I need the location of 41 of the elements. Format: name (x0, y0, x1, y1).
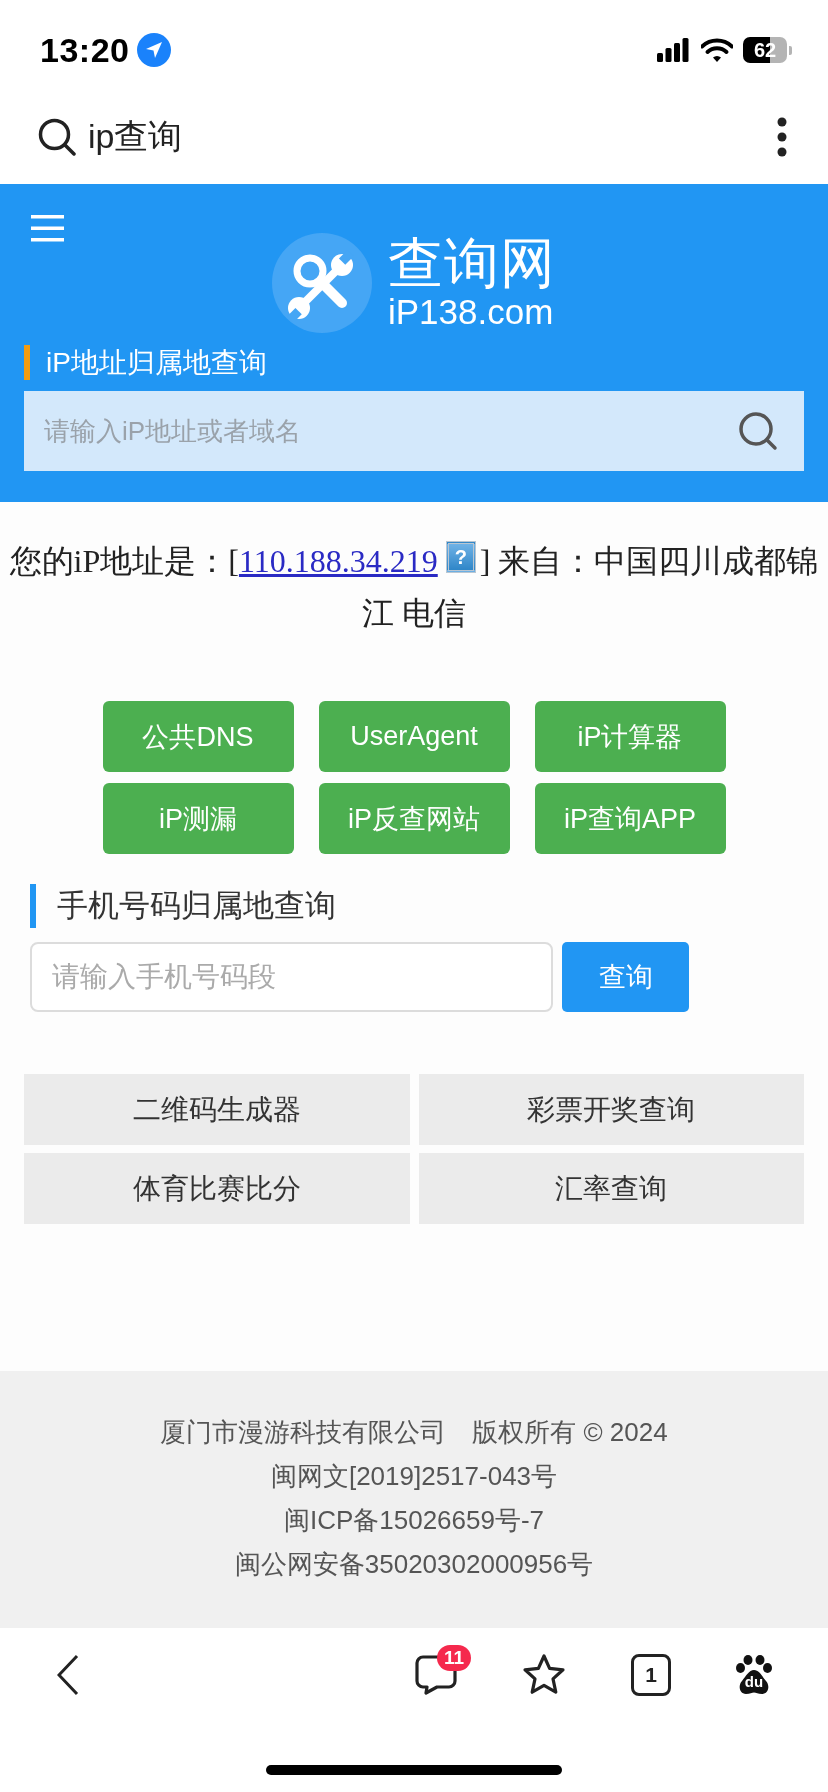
search-icon[interactable] (38, 118, 76, 156)
query-button[interactable]: 查询 (562, 942, 689, 1012)
tool-button[interactable]: iP计算器 (534, 701, 726, 772)
tool-link[interactable]: 彩票开奖查询 (418, 1074, 804, 1145)
signal-icon (657, 38, 689, 62)
ip-address-info: 您的iP地址是：[110.188.34.219 ? ] 来自：中国四川成都锦江 电信 (8, 540, 820, 633)
section-title: iP地址归属地查询 (24, 345, 804, 380)
logo-title: 查询网 (388, 234, 556, 292)
magnifier-wrench-icon (272, 233, 372, 333)
ip-address-link[interactable]: 110.188.34.219 (238, 543, 438, 579)
section-title: 手机号码归属地查询 (30, 884, 798, 928)
search-icon[interactable] (738, 411, 778, 451)
paw-logo-button[interactable]: du (735, 1655, 773, 1695)
wifi-icon (701, 38, 733, 62)
help-icon[interactable]: ? (445, 541, 476, 573)
tool-link[interactable]: 二维码生成器 (24, 1074, 410, 1145)
tool-link[interactable]: 体育比赛比分 (24, 1153, 410, 1224)
tool-button[interactable]: iP测漏 (102, 783, 294, 854)
tool-button[interactable]: iP查询APP (534, 783, 726, 854)
tool-link[interactable]: 汇率查询 (418, 1153, 804, 1224)
footer-text: 闽网文[2019]2517-043号 (269, 1460, 559, 1493)
paw-icon (735, 1655, 773, 1695)
logo-text: du (743, 1673, 765, 1691)
back-icon[interactable] (57, 1654, 79, 1696)
footer-text: 闽公网安备35020302000956号 (233, 1548, 595, 1581)
tool-button[interactable]: UserAgent (318, 701, 510, 772)
more-options-icon[interactable] (776, 117, 788, 157)
comment-button[interactable]: 11 (415, 1645, 473, 1695)
tab-count-button[interactable]: 1 (631, 1654, 671, 1696)
tool-button[interactable]: iP反查网站 (318, 783, 510, 854)
notification-count: 11 (437, 1645, 471, 1671)
menu-icon[interactable] (31, 215, 64, 242)
star-icon[interactable] (521, 1653, 567, 1697)
phone-number-field[interactable]: 请输入手机号码段 (30, 942, 553, 1012)
search-query[interactable]: ip查询 (88, 114, 183, 160)
tool-button[interactable]: 公共DNS (102, 701, 294, 772)
footer-text: 闽ICP备15026659号-7 (282, 1504, 546, 1537)
footer-text: 厦门市漫游科技有限公司 版权所有 © 2024 (159, 1416, 669, 1449)
ip-search-field[interactable]: 请输入iP地址或者域名 (24, 391, 804, 471)
logo-domain: iP138.com (388, 292, 555, 332)
status-time: 13:20 (40, 30, 130, 70)
